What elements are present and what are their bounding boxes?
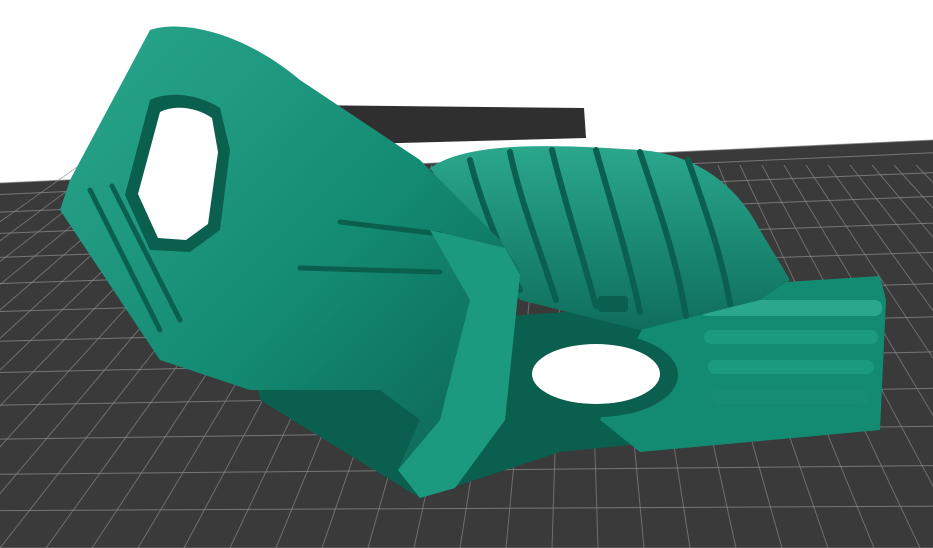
- tail-fin-4: [712, 390, 868, 404]
- model-notch: [598, 296, 628, 312]
- tail-fin-2: [704, 330, 878, 344]
- scene-canvas[interactable]: [0, 0, 933, 548]
- tail-fin-3: [708, 360, 874, 374]
- 3d-viewport[interactable]: [0, 0, 933, 548]
- right-window-inner: [532, 344, 660, 404]
